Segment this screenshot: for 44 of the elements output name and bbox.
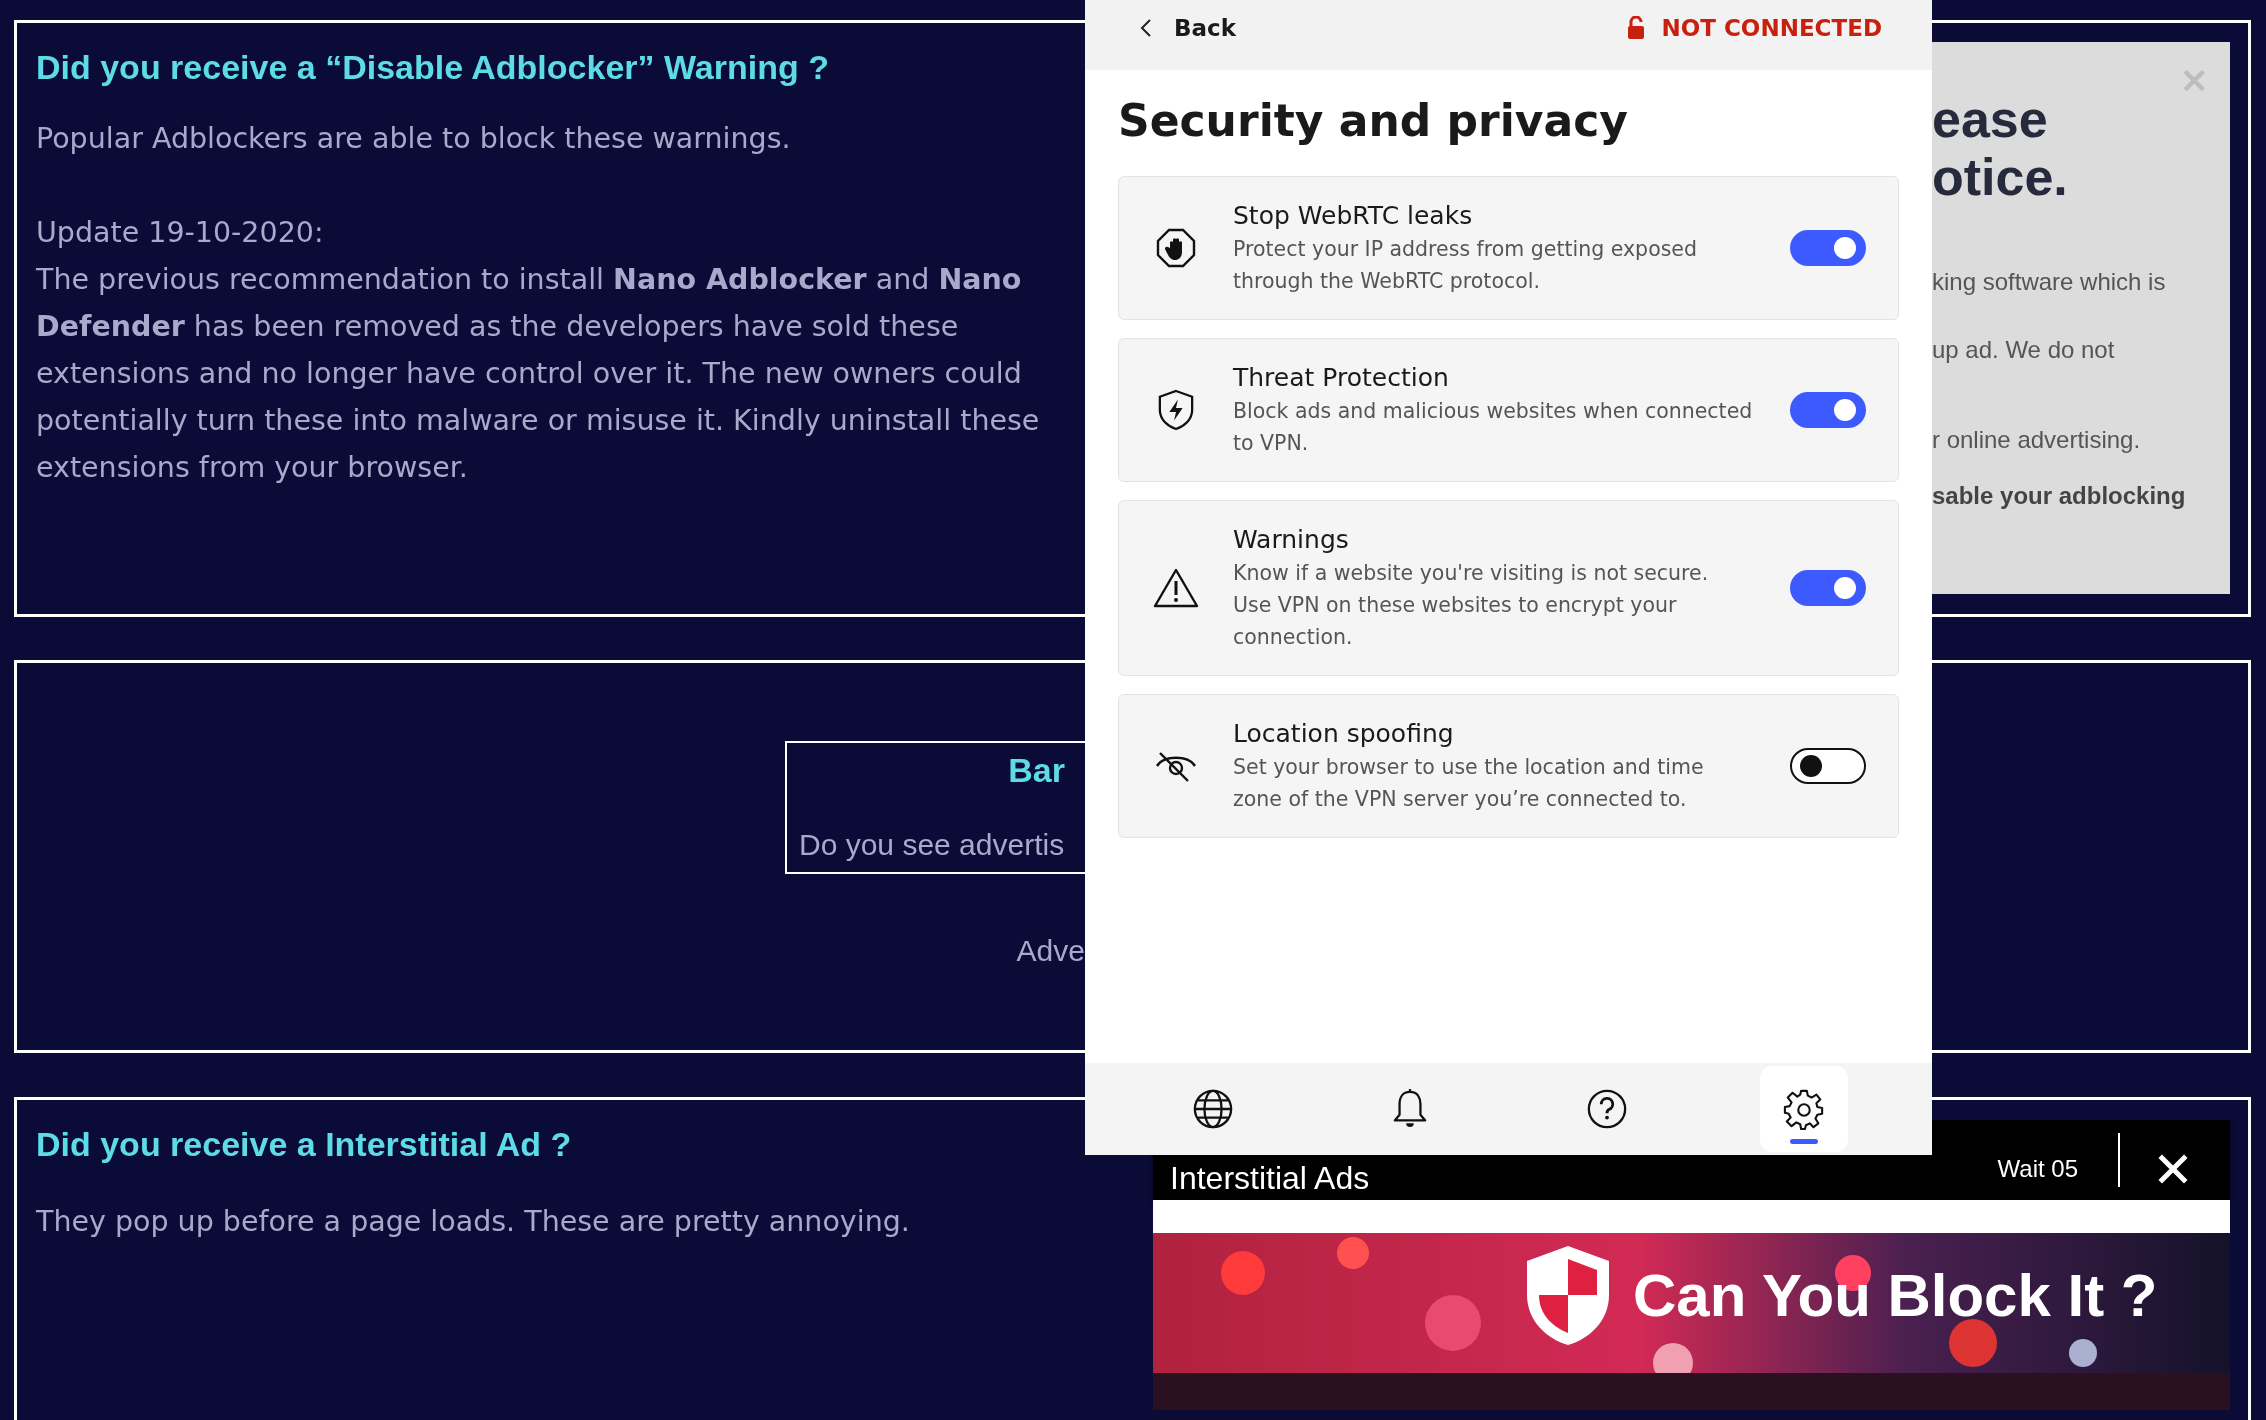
setting-name: Location spoofing: [1233, 718, 1455, 750]
modal-title: otice.: [1932, 148, 2069, 206]
wait-timer: Wait 05: [1997, 1133, 2120, 1187]
toggle-switch[interactable]: [1790, 392, 1866, 428]
setting-description: Protect your IP address from getting exposed through the WebRTC protocol.: [1233, 236, 1698, 295]
globe-icon: [1192, 1088, 1235, 1130]
page-title: Security and privacy: [1118, 94, 1629, 148]
help-icon: [1585, 1088, 1628, 1130]
hand-icon: [1156, 228, 1196, 268]
unlocked-lock-icon: [1627, 16, 1646, 40]
modal-title: ease: [1932, 90, 2049, 148]
warning-icon: [1153, 568, 1199, 608]
setting-description: Set your browser to use the location and time zone of the VPN server you’re connected to.: [1233, 754, 1705, 813]
connection-status: NOT CONNECTED: [1661, 15, 1882, 41]
eye-off-icon: [1154, 749, 1198, 783]
setting-description: Block ads and malicious websites when connected to VPN.: [1233, 398, 1753, 457]
shield-bolt-icon: [1157, 389, 1195, 431]
close-icon[interactable]: [2158, 1154, 2188, 1184]
setting-name: Stop WebRTC leaks: [1233, 200, 1474, 232]
back-button[interactable]: Back: [1140, 15, 1236, 41]
banner-heading: Bar: [1007, 751, 1066, 790]
modal-text: up ad. We do not: [1932, 336, 2116, 364]
toggle-switch[interactable]: [1790, 570, 1866, 606]
setting-name: Threat Protection: [1233, 362, 1450, 394]
paragraph: The previous recommendation to install Nano Adblocker and Nano Defender has been removed as the developers have sold these extensions and no longer have control over it. The new owners could potentially turn these into malware or misuse it. Kindly uninstall these extensions from your browser.: [36, 262, 1041, 486]
section-heading: Did you receive a Interstitial Ad ?: [36, 1124, 572, 1165]
settings-icon: [1782, 1088, 1825, 1130]
toggle-switch[interactable]: [1790, 230, 1866, 266]
modal-text: r online advertising.: [1932, 426, 2142, 454]
ad-banner-text: Can You Block It ?: [1633, 1260, 2158, 1330]
chevron-left-icon: [1140, 18, 1152, 38]
setting-description: Know if a website you're visiting is not secure. Use VPN on these websites to encrypt your connection.: [1233, 560, 1710, 651]
section-heading: Did you receive a “Disable Adblocker” Warning ?: [36, 47, 829, 88]
section-text: Adve: [1015, 934, 1085, 968]
toggle-switch[interactable]: [1790, 748, 1866, 784]
modal-text: king software which is: [1932, 268, 2167, 296]
paragraph: Popular Adblockers are able to block these warnings.: [36, 121, 792, 157]
paragraph: They pop up before a page loads. These are pretty annoying.: [36, 1204, 911, 1240]
ad-title: Interstitial Ads: [1170, 1158, 1371, 1197]
nav-tab[interactable]: [1759, 1066, 1848, 1152]
paragraph: Update 19-10-2020:: [36, 215, 325, 251]
modal-text: sable your adblocking: [1932, 482, 2187, 510]
setting-name: Warnings: [1233, 524, 1350, 556]
banner-text: Do you see advertis: [799, 828, 1066, 862]
